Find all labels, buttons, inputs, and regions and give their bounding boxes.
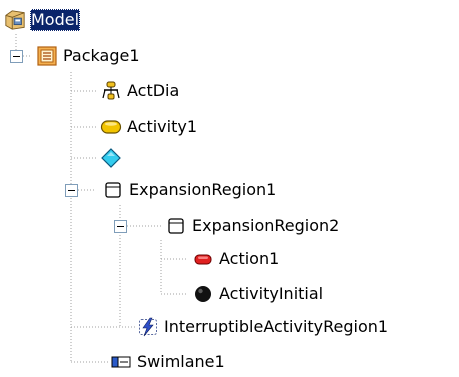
package-icon (36, 45, 58, 67)
tree-item-expansionregion2[interactable]: ExpansionRegion2 (165, 211, 340, 241)
tree-item-label: Activity1 (127, 117, 198, 136)
tree-item-label: InterruptibleActivityRegion1 (164, 317, 389, 336)
tree-item-label: Action1 (219, 249, 280, 268)
model-tree[interactable]: Model Package1 ActDia Activity1 Expansio… (0, 0, 459, 372)
initial-node-icon (192, 283, 214, 305)
collapse-expansionregion2-toggle[interactable] (114, 220, 127, 233)
tree-item-package1[interactable]: Package1 (36, 41, 141, 71)
interruptible-region-icon (137, 316, 159, 338)
tree-item-expansionregion1[interactable]: ExpansionRegion1 (102, 175, 277, 205)
tree-item-swimlane1[interactable]: Swimlane1 (110, 347, 226, 377)
tree-item-label: ExpansionRegion2 (192, 216, 340, 235)
tree-item-label: Swimlane1 (137, 352, 225, 371)
collapse-package1-toggle[interactable] (10, 50, 23, 63)
model-folder-icon (4, 9, 26, 31)
tree-item-label: Package1 (63, 46, 140, 65)
activity-icon (100, 116, 122, 138)
swimlane-icon (110, 351, 132, 373)
tree-item-label: ActDia (127, 81, 180, 100)
tree-item-label: ActivityInitial (219, 284, 324, 303)
tree-item-activity1[interactable]: Activity1 (100, 112, 198, 142)
tree-item-model[interactable]: Model (4, 5, 81, 35)
action-icon (192, 248, 214, 270)
expansion-region-icon (102, 179, 124, 201)
collapse-expansionregion1-toggle[interactable] (65, 184, 78, 197)
tree-item-label: ExpansionRegion1 (129, 180, 277, 199)
tree-item-activityinitial[interactable]: ActivityInitial (192, 279, 324, 309)
tree-item-action1[interactable]: Action1 (192, 244, 280, 274)
tree-item-actdia[interactable]: ActDia (100, 76, 180, 106)
expansion-region-icon (165, 215, 187, 237)
tree-item-label: Model (30, 9, 81, 31)
tree-item-interruptibleactivityregion1[interactable]: InterruptibleActivityRegion1 (137, 312, 389, 342)
decision-node-icon (100, 147, 122, 169)
tree-item-decision[interactable] (100, 143, 128, 173)
activity-diagram-icon (100, 80, 122, 102)
